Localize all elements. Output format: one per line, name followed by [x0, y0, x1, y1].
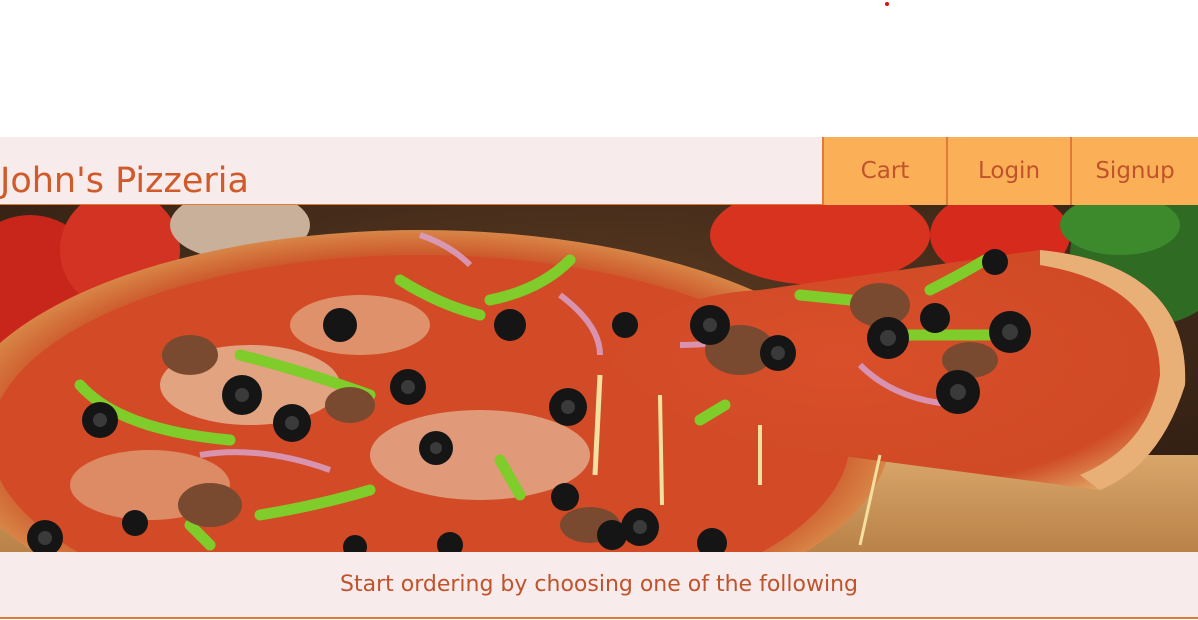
- cart-button[interactable]: Cart: [824, 137, 948, 205]
- page: John's Pizzeria Cart Login Signup Start …: [0, 0, 1198, 620]
- ordering-prompt-text: Start ordering by choosing one of the fo…: [340, 572, 858, 597]
- site-brand[interactable]: John's Pizzeria: [0, 159, 249, 203]
- login-button[interactable]: Login: [948, 137, 1072, 205]
- nav-buttons: Cart Login Signup: [822, 137, 1198, 205]
- pizza-illustration: [0, 205, 1198, 552]
- hero-pizza-image: [0, 205, 1198, 552]
- red-dot-marker: [885, 2, 889, 6]
- signup-button[interactable]: Signup: [1072, 137, 1198, 205]
- ordering-prompt-bar: Start ordering by choosing one of the fo…: [0, 552, 1198, 619]
- top-navbar: John's Pizzeria Cart Login Signup: [0, 137, 1198, 205]
